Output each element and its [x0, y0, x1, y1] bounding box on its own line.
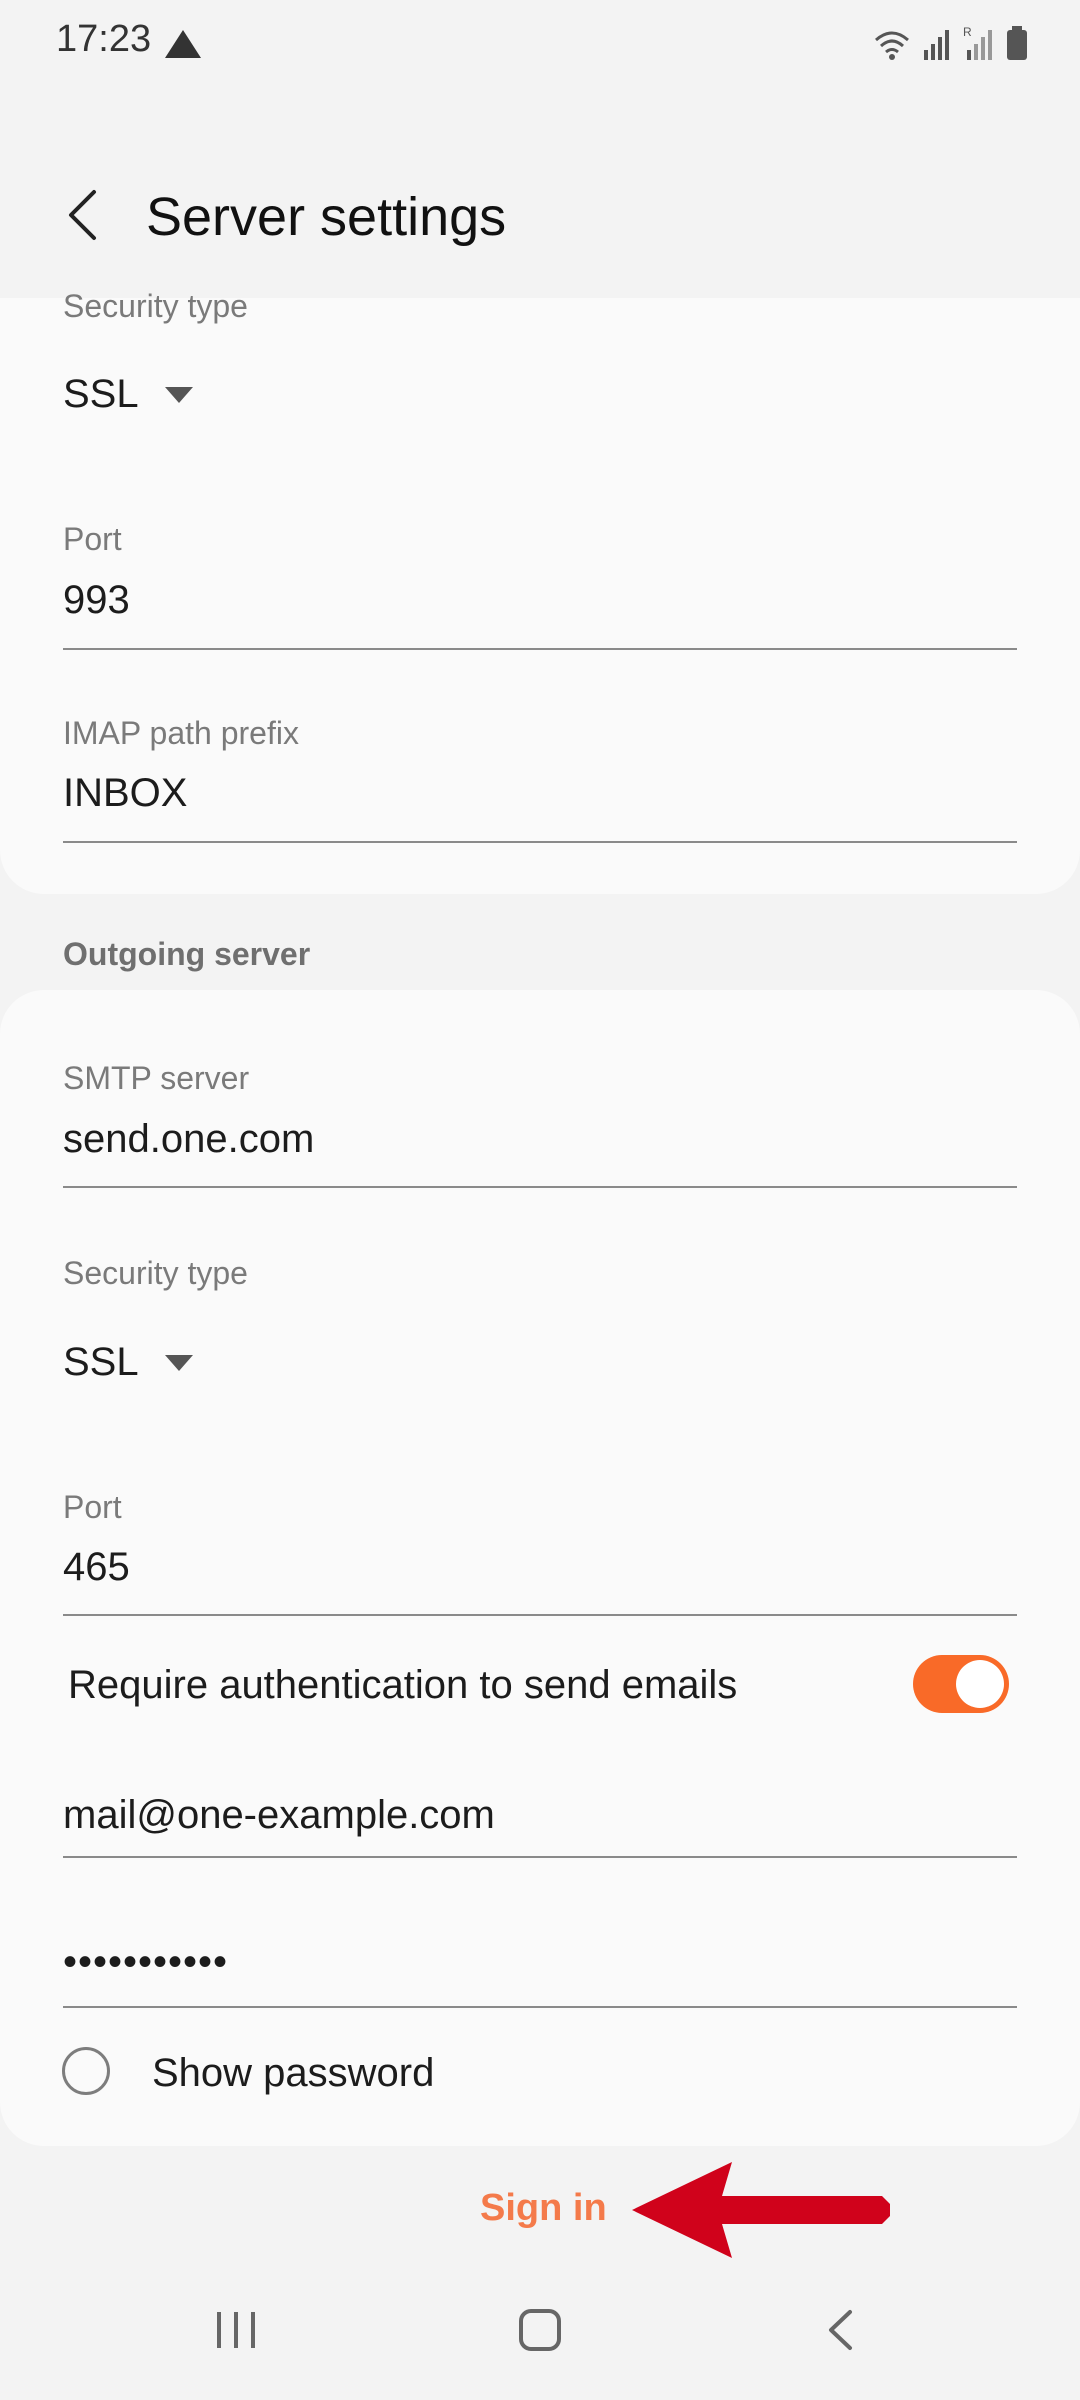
nav-back-button[interactable] [800, 2300, 880, 2360]
smtp-server-field[interactable]: send.one.com [63, 1117, 314, 1162]
home-button[interactable] [500, 2300, 580, 2360]
imap-prefix-underline [63, 841, 1017, 843]
home-icon [519, 2309, 561, 2351]
incoming-port-field[interactable]: 993 [63, 578, 130, 623]
warning-icon [163, 28, 203, 65]
incoming-port-underline [63, 648, 1017, 650]
outgoing-port-field[interactable]: 465 [63, 1545, 130, 1590]
toggle-knob [956, 1660, 1004, 1708]
show-password-label: Show password [152, 2051, 435, 2095]
incoming-security-type-dropdown[interactable]: SSL [63, 372, 193, 417]
outgoing-port-underline [63, 1614, 1017, 1616]
require-auth-toggle[interactable] [913, 1655, 1009, 1713]
back-arrow-icon [69, 190, 96, 240]
nav-back-icon [829, 2310, 852, 2350]
smtp-server-underline [63, 1186, 1017, 1188]
username-underline [63, 1856, 1017, 1858]
battery-icon [1007, 26, 1027, 60]
sign-in-button[interactable]: Sign in [480, 2187, 607, 2230]
incoming-port-label: Port [63, 521, 122, 557]
recents-button[interactable] [196, 2300, 276, 2360]
password-underline [63, 2006, 1017, 2008]
dropdown-arrow-icon [164, 386, 193, 403]
incoming-security-type-value: SSL [63, 372, 139, 416]
imap-prefix-label: IMAP path prefix [63, 715, 299, 751]
status-time: 17:23 [56, 18, 152, 60]
page-title: Server settings [146, 187, 507, 247]
outgoing-port-label: Port [63, 1489, 122, 1525]
dropdown-arrow-icon [164, 1354, 193, 1371]
password-field[interactable]: ••••••••••• [63, 1940, 228, 1985]
back-button[interactable] [52, 180, 112, 250]
incoming-security-type-label: Security type [63, 288, 248, 324]
outgoing-server-header: Outgoing server [63, 936, 311, 972]
annotation-arrow-icon [628, 2158, 898, 2267]
show-password-checkbox[interactable] [62, 2047, 110, 2095]
outgoing-security-type-label: Security type [63, 1255, 248, 1291]
status-icons: R [872, 24, 1028, 60]
signal-roaming-icon: R [963, 25, 992, 60]
wifi-icon [875, 31, 909, 60]
outgoing-security-type-value: SSL [63, 1340, 139, 1384]
recents-icon [217, 2312, 255, 2348]
outgoing-security-type-dropdown[interactable]: SSL [63, 1340, 193, 1385]
require-auth-label: Require authentication to send emails [68, 1663, 738, 1707]
smtp-server-label: SMTP server [63, 1060, 250, 1096]
svg-text:R: R [963, 25, 972, 39]
username-field[interactable]: mail@one-example.com [63, 1793, 495, 1838]
imap-prefix-field[interactable]: INBOX [63, 771, 187, 816]
signal-icon [924, 30, 949, 60]
